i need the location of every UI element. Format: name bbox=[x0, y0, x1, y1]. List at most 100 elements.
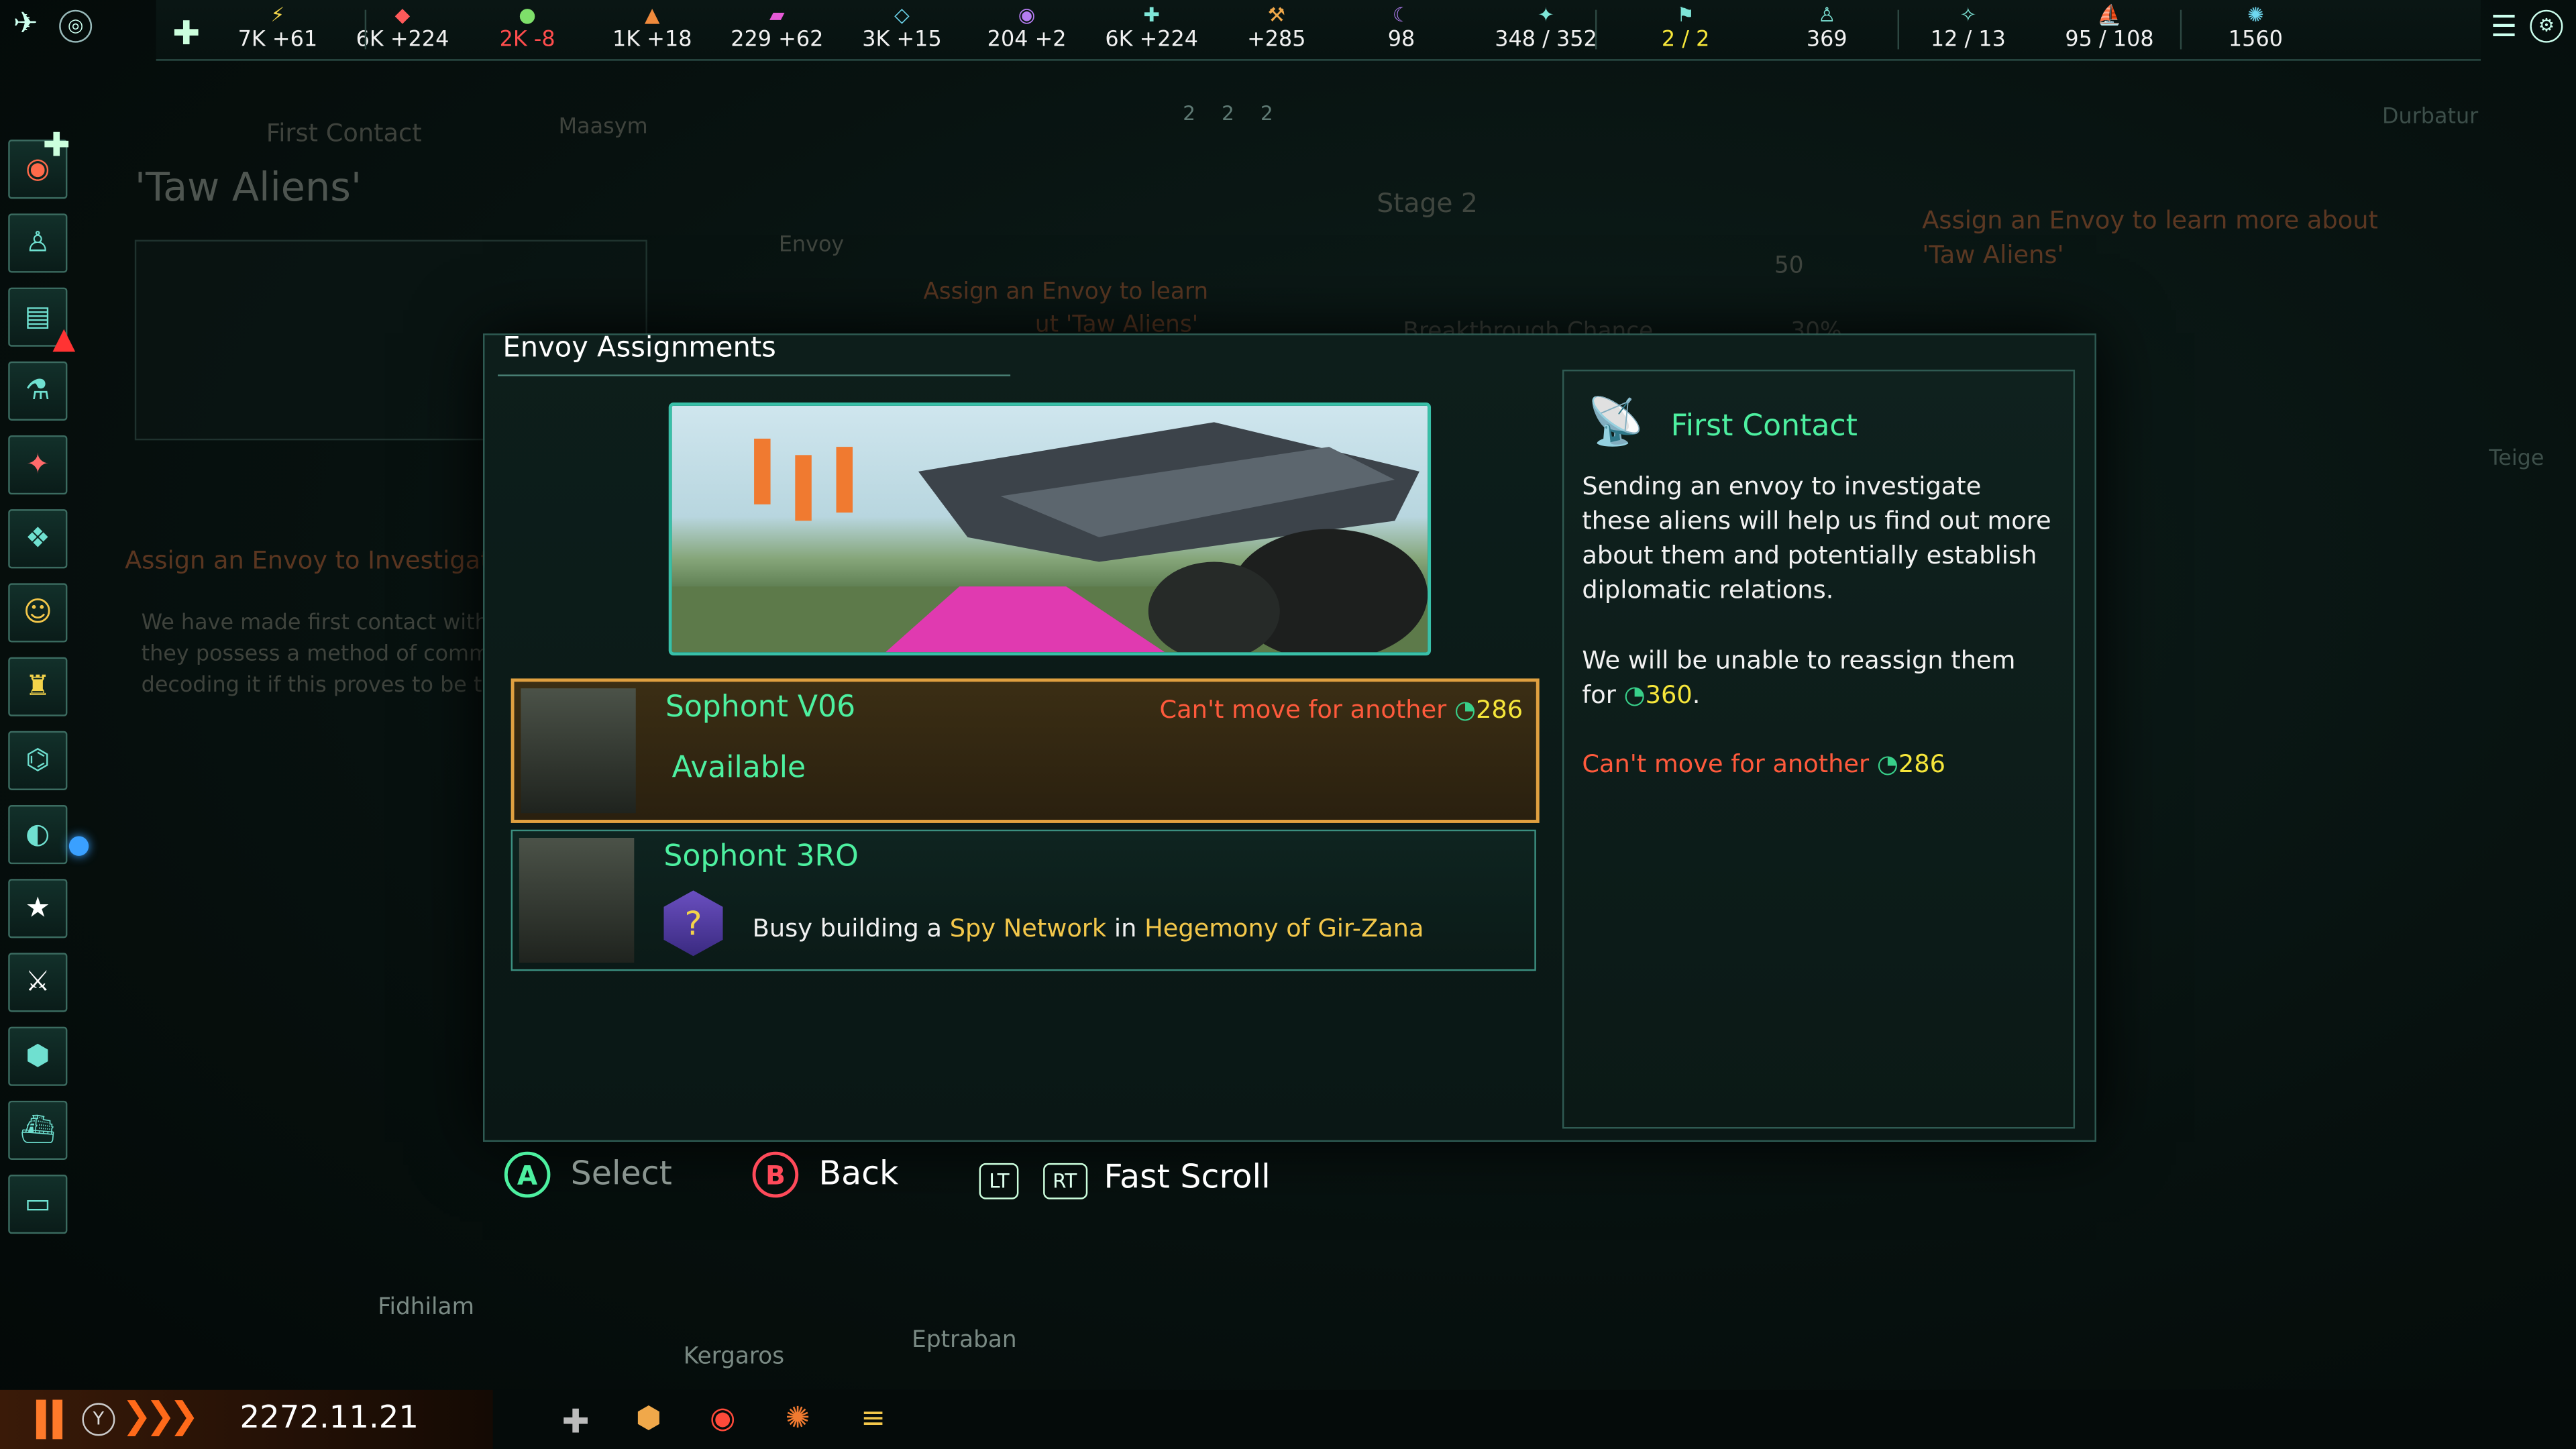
info-cooldown: Can't move for another ◔286 bbox=[1582, 749, 1945, 779]
reassign-value: 360 bbox=[1645, 680, 1693, 710]
resource-value: 2K -8 bbox=[499, 28, 555, 53]
settings-icon[interactable]: ⚙ bbox=[2530, 9, 2563, 43]
envoy-icon: ⚑ bbox=[1676, 3, 1695, 27]
population-icon: ♙ bbox=[1818, 3, 1836, 27]
resource-minerals[interactable]: ◆ 6K +224 bbox=[340, 3, 465, 56]
ships-icon: ⛵ bbox=[2097, 3, 2122, 27]
resource-unity[interactable]: ◉ 204 +2 bbox=[965, 3, 1089, 56]
resource-research[interactable]: ⚒ +285 bbox=[1214, 3, 1339, 56]
trade-icon: ✚ bbox=[1143, 3, 1161, 27]
spy-network-icon: ? bbox=[663, 890, 723, 957]
envoy-name: Sophont 3RO bbox=[663, 839, 859, 874]
galaxy-icon[interactable]: ✺ bbox=[786, 1401, 810, 1436]
bg-assign-envoy-short: Assign an Envoy to learn bbox=[923, 279, 1209, 306]
outliner-icon[interactable]: ≡ bbox=[861, 1401, 885, 1436]
illustration-art bbox=[672, 422, 1428, 653]
resource-starbase[interactable]: ✧ 12 / 13 bbox=[1906, 3, 2031, 56]
envoy-status: Available bbox=[672, 751, 806, 786]
b-button-icon: B bbox=[752, 1151, 799, 1198]
resources-icon[interactable]: ⬢ bbox=[636, 1401, 661, 1436]
resource-value: 95 / 108 bbox=[2065, 28, 2154, 53]
sidebar-traditions-button[interactable]: ♜ bbox=[8, 657, 68, 716]
fleet-power-icon: ✺ bbox=[2247, 3, 2264, 27]
game-date: 2272.11.21 bbox=[239, 1399, 419, 1436]
influence-icon: ◇ bbox=[894, 3, 910, 27]
fast-scroll-hint[interactable]: LT RT Fast Scroll bbox=[979, 1157, 1271, 1199]
menu-icon[interactable]: ☰ bbox=[2491, 10, 2518, 44]
sidebar-wars-button[interactable]: ⚔ bbox=[8, 953, 68, 1012]
resource-value: 2 / 2 bbox=[1661, 28, 1710, 53]
alerts-icon[interactable]: ◉ bbox=[710, 1401, 735, 1436]
resource-fleet-capacity[interactable]: ✦ 348 / 352 bbox=[1483, 3, 1608, 56]
resource-separator bbox=[1897, 9, 1900, 50]
cooldown-value: 286 bbox=[1898, 749, 1946, 779]
info-title: First Contact bbox=[1670, 409, 1858, 444]
sidebar-galaxy-button[interactable]: ◐ bbox=[8, 805, 68, 865]
resource-population[interactable]: ♙ 369 bbox=[1764, 3, 1889, 56]
resource-value: 3K +15 bbox=[862, 28, 942, 53]
resource-consumer-goods[interactable]: ▲ 1K +18 bbox=[590, 3, 714, 56]
resource-energy[interactable]: ⚡ 7K +61 bbox=[215, 3, 340, 56]
map-label: Kergaros bbox=[683, 1344, 785, 1371]
busy-in: in bbox=[1114, 913, 1137, 943]
resource-value: 1K +18 bbox=[612, 28, 692, 53]
resource-ships[interactable]: ⛵ 95 / 108 bbox=[2047, 3, 2171, 56]
resource-envoy[interactable]: ⚑ 2 / 2 bbox=[1623, 3, 1748, 56]
select-hint[interactable]: A Select bbox=[504, 1151, 672, 1198]
sidebar-research-button[interactable]: ⚗ bbox=[8, 361, 68, 421]
sidebar-factions-button[interactable]: ☺ bbox=[8, 583, 68, 643]
resource-value: 98 bbox=[1387, 28, 1415, 53]
fleet-capacity-icon: ✦ bbox=[1538, 3, 1554, 27]
bg-body-text-3: decoding it if this proves to be t bbox=[141, 674, 482, 698]
cooldown-label: Can't move for another bbox=[1582, 749, 1870, 779]
bg-right-hint: Assign an Envoy to learn more about 'Taw… bbox=[1922, 205, 2378, 270]
starbase-icon: ✧ bbox=[1960, 3, 1977, 27]
resource-trade[interactable]: ✚ 6K +224 bbox=[1089, 3, 1214, 56]
sidebar-contacts-button[interactable]: ★ bbox=[8, 879, 68, 938]
clock-icon: ◔ bbox=[1876, 749, 1898, 779]
resource-alloys[interactable]: ▰ 229 +62 bbox=[714, 3, 839, 56]
dpad-icon: ✚ bbox=[561, 1401, 590, 1441]
pause-icon[interactable] bbox=[33, 1399, 69, 1440]
resource-value: 348 / 352 bbox=[1495, 28, 1597, 53]
consumer-goods-icon: ▲ bbox=[644, 3, 660, 27]
food-icon: ● bbox=[519, 3, 536, 27]
speed-icon[interactable]: ❯❯❯ bbox=[121, 1397, 199, 1438]
reassign-period: . bbox=[1692, 680, 1701, 710]
resource-value: 369 bbox=[1806, 28, 1847, 53]
bg-body-text-1: We have made first contact with bbox=[141, 611, 488, 636]
lt-button-icon: LT bbox=[979, 1163, 1020, 1199]
add-icon: ✚ bbox=[42, 125, 70, 164]
info-reassign: We will be unable to reassign them for ◔… bbox=[1582, 644, 2055, 713]
dpad-icon: ✚ bbox=[172, 13, 201, 53]
envoy-card-selected[interactable]: Sophont V06 Available Can't move for ano… bbox=[511, 678, 1540, 823]
resource-separator bbox=[364, 9, 367, 50]
sidebar-species-button[interactable]: ❖ bbox=[8, 509, 68, 569]
unity-icon: ◉ bbox=[1018, 3, 1036, 27]
map-label: Teige bbox=[2489, 447, 2544, 472]
sidebar-leaders-button[interactable]: ♙ bbox=[8, 213, 68, 273]
sidebar-market-button[interactable]: ⬢ bbox=[8, 1026, 68, 1086]
clock-icon: ◔ bbox=[1623, 680, 1646, 710]
bg-envoy-label: Envoy bbox=[778, 233, 845, 258]
envoy-card[interactable]: Sophont 3RO ? Busy building a Spy Networ… bbox=[511, 829, 1536, 971]
map-label: Durbatur bbox=[2382, 105, 2479, 130]
view-toggle-icon[interactable]: ◎ bbox=[59, 9, 93, 43]
resource-value: 12 / 13 bbox=[1930, 28, 2006, 53]
y-button-icon: Y bbox=[82, 1403, 115, 1436]
resource-artifact[interactable]: ☾ 98 bbox=[1339, 3, 1464, 56]
empire-emblem-icon[interactable]: ✈ bbox=[13, 7, 53, 43]
resource-value: 7K +61 bbox=[237, 28, 318, 53]
resource-food[interactable]: ● 2K -8 bbox=[465, 3, 590, 56]
sidebar-ascension-button[interactable]: ⌬ bbox=[8, 731, 68, 790]
resource-fleet-power[interactable]: ✺ 1560 bbox=[2193, 3, 2318, 56]
resource-value: 229 +62 bbox=[731, 28, 824, 53]
energy-icon: ⚡ bbox=[270, 3, 285, 27]
sidebar-fleets-button[interactable]: ⛴ bbox=[8, 1100, 68, 1160]
cooldown-label: Can't move for another bbox=[1159, 694, 1447, 725]
map-label: Eptraban bbox=[912, 1327, 1017, 1354]
sidebar-planets-button[interactable]: ✦ bbox=[8, 435, 68, 495]
sidebar-chat-button[interactable]: ▭ bbox=[8, 1175, 68, 1234]
back-hint[interactable]: B Back bbox=[752, 1151, 898, 1198]
resource-influence[interactable]: ◇ 3K +15 bbox=[839, 3, 964, 56]
